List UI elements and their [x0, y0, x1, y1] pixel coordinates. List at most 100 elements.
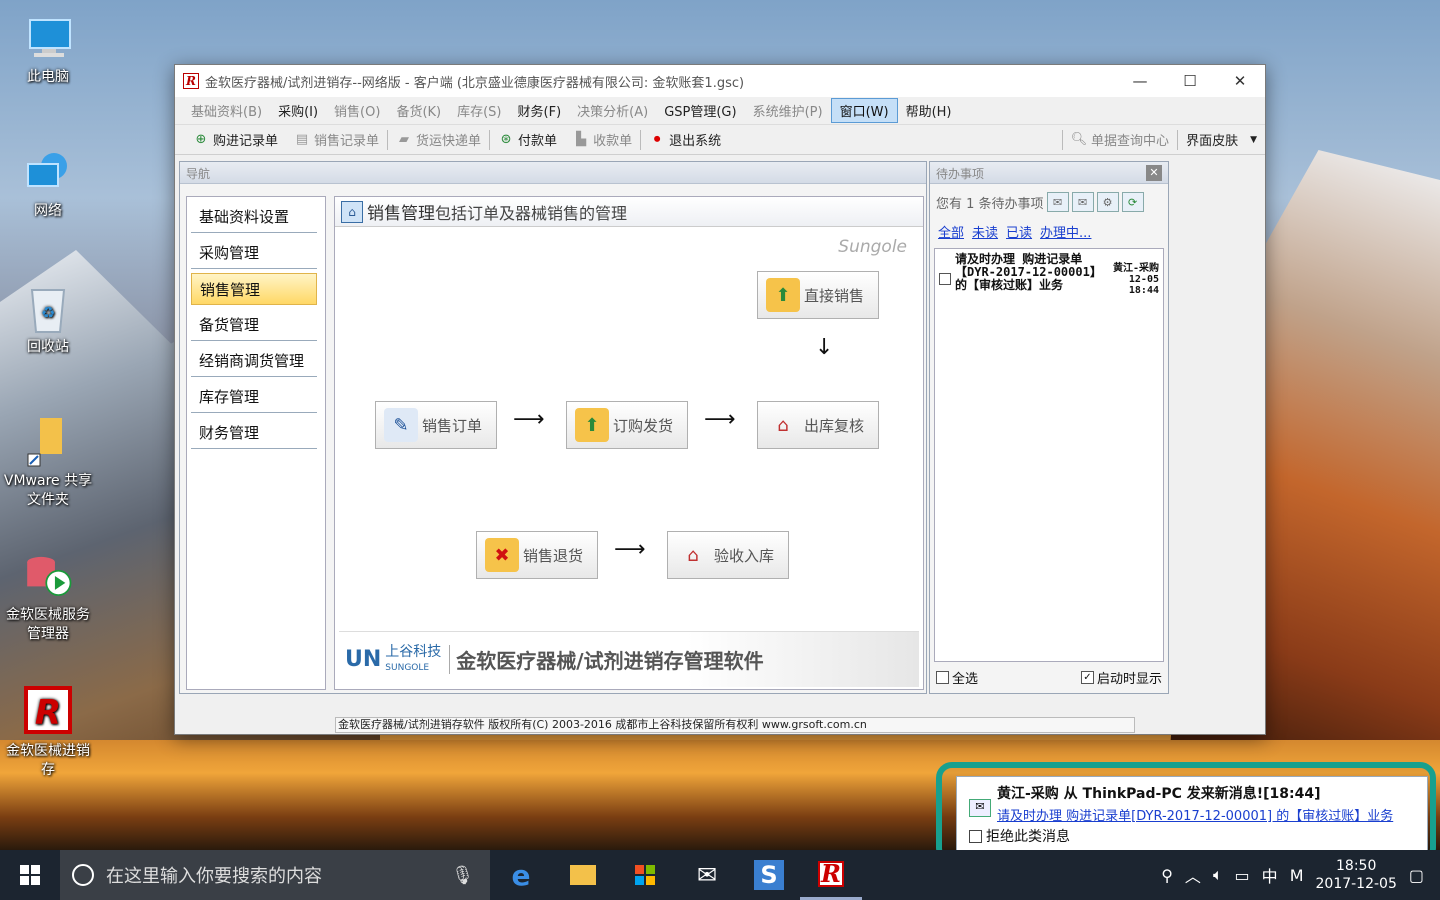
select-all-label: 全选	[952, 672, 979, 687]
start-button[interactable]	[0, 850, 60, 900]
microphone-icon[interactable]: 🎙︎	[451, 865, 474, 886]
s-app-icon: S	[754, 860, 784, 890]
taskbar-search[interactable]: 在这里输入你要搜索的内容 🎙︎	[60, 850, 490, 900]
flow-label: 出库复核	[804, 416, 865, 435]
menu-system[interactable]: 系统维护(P)	[745, 99, 831, 122]
content-title: 销售管理	[367, 204, 435, 224]
sales-order-button[interactable]: ✎ 销售订单	[375, 401, 497, 449]
maximize-button[interactable]: ☐	[1165, 65, 1215, 97]
menu-window[interactable]: 窗口(W)	[830, 98, 898, 123]
toolbar-shipping-button[interactable]: ▰ 货运快递单	[388, 128, 489, 152]
desktop-icon-label: VMware 共享文件夹	[3, 473, 93, 508]
toolbar-payment-button[interactable]: ⊛ 付款单	[490, 128, 565, 152]
chevron-down-icon: ▼	[1250, 134, 1257, 145]
desktop-icon-label: 回收站	[27, 339, 69, 355]
nav-item-basic-settings[interactable]: 基础资料设置	[191, 201, 317, 233]
taskbar-store[interactable]	[614, 850, 676, 900]
todo-item[interactable]: 请及时办理 购进记录单【DYR-2017-12-00001】的【审核过账】业务 …	[935, 249, 1163, 300]
ime-mode-indicator[interactable]: M	[1290, 866, 1304, 885]
company-name-cn: 上谷科技	[385, 643, 442, 660]
toolbar-exit-button[interactable]: ⏺ 退出系统	[641, 128, 729, 152]
sales-record-icon: ▤	[295, 132, 309, 147]
nav-item-dealer-transfer[interactable]: 经销商调货管理	[191, 345, 317, 377]
order-ship-button[interactable]: ⬆ 订购发货	[566, 401, 688, 449]
select-all-checkbox[interactable]: 全选	[936, 668, 978, 687]
refresh-icon[interactable]: ⟳	[1121, 192, 1144, 212]
message-icon: ✉	[969, 799, 991, 817]
toolbar-label: 销售记录单	[314, 134, 380, 149]
menu-basic-data[interactable]: 基础资料(B)	[183, 99, 270, 122]
minimize-button[interactable]: —	[1115, 65, 1165, 97]
exit-icon: ⏺	[653, 132, 661, 147]
arrow-down-icon: ↓	[815, 335, 834, 360]
menu-finance[interactable]: 财务(F)	[510, 99, 570, 122]
arrow-right-icon: ⟶	[614, 537, 646, 562]
todo-item-meta: 黄江-采购 12-05 18:44	[1105, 253, 1159, 296]
menu-gsp[interactable]: GSP管理(G)	[656, 99, 744, 122]
toolbar-receipt-button[interactable]: ▙ 收款单	[565, 128, 640, 152]
desktop-icon-jinruan-app[interactable]: R 金软医械进销存	[2, 686, 94, 780]
direct-sale-button[interactable]: ⬆ 直接销售	[757, 271, 879, 319]
taskbar-file-explorer[interactable]	[552, 850, 614, 900]
todo-item-checkbox[interactable]	[939, 273, 951, 285]
close-button[interactable]: ✕	[1215, 65, 1265, 97]
network-status-icon[interactable]: ▭	[1235, 866, 1250, 885]
desktop-icon-recycle-bin[interactable]: ♻ 回收站	[2, 282, 94, 357]
edge-icon: e	[511, 858, 531, 892]
taskbar-clock[interactable]: 18:50 2017-12-05	[1316, 857, 1397, 893]
todo-item-text: 请及时办理 购进记录单【DYR-2017-12-00001】的【审核过账】业务	[955, 252, 1102, 292]
action-center-icon[interactable]: ▢	[1409, 866, 1424, 885]
inspect-inbound-button[interactable]: ⌂ 验收入库	[667, 531, 789, 579]
nav-item-finance[interactable]: 财务管理	[191, 417, 317, 449]
taskbar-edge[interactable]: e	[490, 850, 552, 900]
menu-purchase[interactable]: 采购(I)	[270, 99, 326, 122]
toolbar-skin-dropdown[interactable]: 界面皮肤 ▼	[1178, 128, 1265, 152]
desktop-icon-service-manager[interactable]: 金软医械服务管理器	[2, 550, 94, 644]
show-on-startup-checkbox[interactable]: ✓ 启动时显示	[1080, 668, 1162, 687]
todo-item-sender: 黄江-采购	[1112, 263, 1159, 274]
company-name-en: SUNGOLE	[385, 662, 430, 673]
nav-item-purchase[interactable]: 采购管理	[191, 237, 317, 269]
settings-icon[interactable]: ⚙	[1096, 192, 1119, 212]
app-r-icon: R	[22, 686, 74, 738]
filter-unread[interactable]: 未读	[972, 222, 998, 241]
nav-item-stocking[interactable]: 备货管理	[191, 309, 317, 341]
menu-analysis[interactable]: 决策分析(A)	[569, 99, 656, 122]
ime-indicator[interactable]: 中	[1262, 863, 1278, 887]
volume-icon[interactable]: 🔈︎	[1213, 865, 1223, 885]
toolbar-query-center-button[interactable]: 🔍︎ 单据查询中心	[1063, 128, 1177, 152]
menu-sales[interactable]: 销售(O)	[326, 99, 388, 122]
navigation-panel: 导航 基础资料设置 采购管理 销售管理 备货管理 经销商调货管理 库存管理 财务…	[179, 161, 927, 694]
taskbar-mail[interactable]: ✉	[676, 850, 738, 900]
desktop-icon-this-pc[interactable]: 此电脑	[2, 12, 94, 87]
desktop-icon-vmware-share[interactable]: VMware 共享文件夹	[2, 416, 94, 510]
people-icon[interactable]: ⚲	[1161, 866, 1173, 885]
filter-all[interactable]: 全部	[938, 222, 964, 241]
content-description: 包括订单及器械销售的管理	[435, 203, 628, 223]
nav-item-sales[interactable]: 销售管理	[191, 273, 317, 305]
sales-return-button[interactable]: ✖ 销售退货	[476, 531, 598, 579]
mail-icon[interactable]: ✉	[1071, 192, 1094, 212]
taskbar-jinruan-app[interactable]: R	[800, 850, 862, 900]
notification-link[interactable]: 请及时办理 购进记录单[DYR-2017-12-00001] 的【审核过账】业务	[997, 805, 1419, 824]
toolbar-purchase-record-button[interactable]: ⊕ 购进记录单	[185, 128, 286, 152]
notification-popup[interactable]: ✉ 黄江-采购 从 ThinkPad-PC 发来新消息![18:44] 请及时办…	[956, 776, 1428, 856]
checkbox-box	[936, 671, 949, 684]
todo-close-button[interactable]: ✕	[1146, 165, 1162, 181]
reject-messages-checkbox[interactable]: 拒绝此类消息	[969, 826, 1419, 846]
nav-item-inventory[interactable]: 库存管理	[191, 381, 317, 413]
svg-text:R: R	[35, 693, 61, 733]
desktop-icon-network[interactable]: 网络	[2, 146, 94, 221]
filter-in-progress[interactable]: 办理中...	[1040, 222, 1091, 241]
outbound-review-button[interactable]: ⌂ 出库复核	[757, 401, 879, 449]
toolbar-label: 界面皮肤	[1186, 134, 1239, 149]
window-titlebar[interactable]: R 金软医疗器械/试剂进销存--网络版 - 客户端 (北京盛业德康医疗器械有限公…	[175, 65, 1265, 97]
taskbar-s-app[interactable]: S	[738, 850, 800, 900]
compose-icon[interactable]: ✉	[1046, 192, 1069, 212]
toolbar-sales-record-button[interactable]: ▤ 销售记录单	[286, 128, 387, 152]
chevron-up-icon[interactable]: ︿	[1185, 863, 1201, 887]
menu-help[interactable]: 帮助(H)	[898, 99, 960, 122]
menu-inventory[interactable]: 库存(S)	[449, 99, 509, 122]
filter-read[interactable]: 已读	[1006, 222, 1032, 241]
menu-stocking[interactable]: 备货(K)	[388, 99, 449, 122]
